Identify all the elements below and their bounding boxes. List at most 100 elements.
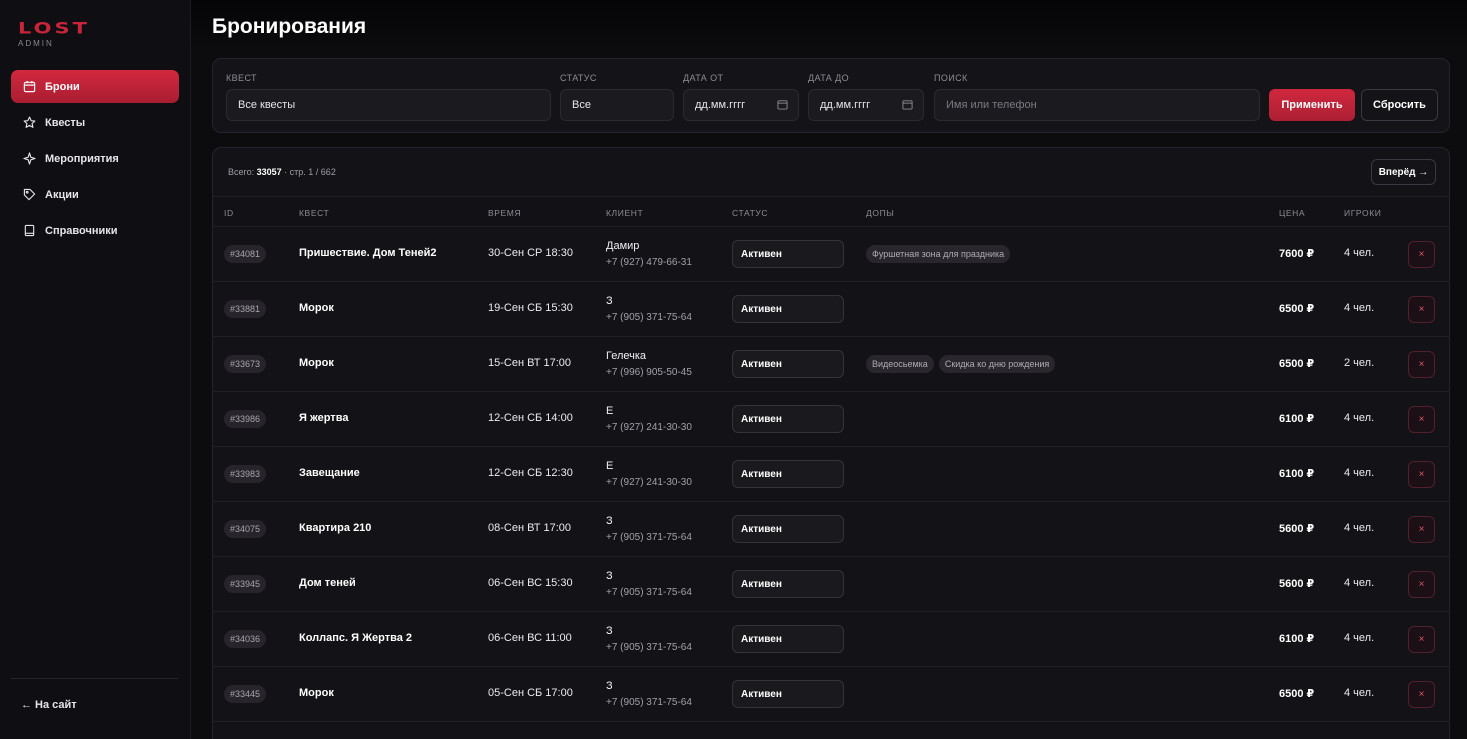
status-select[interactable]: Активен <box>732 680 844 708</box>
close-icon: × <box>1418 469 1425 480</box>
client-name: З <box>606 680 613 692</box>
quest-name: Пришествие. Дом Теней2 <box>299 247 437 259</box>
delete-button[interactable]: × <box>1408 461 1435 488</box>
booking-time: 12-Сен СБ 14:00 <box>488 412 573 424</box>
table-row[interactable]: #33945 Дом теней 06-Сен ВС 15:30 З +7 (9… <box>213 557 1449 612</box>
client-phone: +7 (927) 479-66-31 <box>606 257 692 268</box>
players-count: 4 чел. <box>1344 302 1375 314</box>
close-icon: × <box>1418 414 1425 425</box>
delete-button[interactable]: × <box>1408 296 1435 323</box>
calendar-icon[interactable] <box>777 99 788 110</box>
players-count: 4 чел. <box>1344 687 1375 699</box>
delete-button[interactable]: × <box>1408 681 1435 708</box>
status-select[interactable]: Активен <box>732 240 844 268</box>
sidebar-divider <box>11 678 178 679</box>
summary-page-info: · стр. 1 / 662 <box>284 167 336 177</box>
delete-button[interactable]: × <box>1408 516 1435 543</box>
client-name: З <box>606 295 613 307</box>
extra-chip: Фуршетная зона для праздника <box>866 245 1011 263</box>
column-header-status: СТАТУС <box>732 208 769 218</box>
booking-price: 7600 ₽ <box>1279 248 1315 260</box>
sidebar-item-label: Мероприятия <box>45 152 119 165</box>
date-to-input[interactable]: дд.мм.гггг <box>808 89 924 121</box>
tag-icon <box>22 188 36 202</box>
close-icon: × <box>1418 249 1425 260</box>
booking-id-badge: #34036 <box>224 630 267 648</box>
status-select[interactable]: Активен <box>732 295 844 323</box>
search-input[interactable]: Имя или телефон <box>934 89 1260 121</box>
table-row[interactable]: #34036 Коллапс. Я Жертва 2 06-Сен ВС 11:… <box>213 612 1449 667</box>
players-count: 4 чел. <box>1344 467 1375 479</box>
logo[interactable]: LOST ADMIN <box>18 20 90 48</box>
date-from-value: дд.мм.гггг <box>695 99 746 111</box>
client-phone: +7 (905) 371-75-64 <box>606 312 692 323</box>
sidebar-item-quests[interactable]: Квесты <box>11 106 179 139</box>
sidebar-item-events[interactable]: Мероприятия <box>11 142 179 175</box>
close-icon: × <box>1418 634 1425 645</box>
status-select[interactable]: Активен <box>732 460 844 488</box>
table-row[interactable]: #33986 Я жертва 12-Сен СБ 14:00 Е +7 (92… <box>213 392 1449 447</box>
status-select[interactable]: Активен <box>732 405 844 433</box>
client-phone: +7 (927) 241-30-30 <box>606 477 692 488</box>
page-title: Бронирования <box>212 15 367 38</box>
sidebar-nav: Брони Квесты Мероприятия Акции Справочни… <box>11 70 179 250</box>
status-select[interactable]: Все <box>560 89 674 121</box>
client-name: З <box>606 570 613 582</box>
summary-prefix: Всего: <box>228 167 255 177</box>
date-to-label: ДАТА ДО <box>808 73 849 83</box>
booking-id-badge: #34081 <box>224 245 267 263</box>
booking-time: 06-Сен ВС 15:30 <box>488 577 573 589</box>
booking-id-badge: #33445 <box>224 685 267 703</box>
players-count: 4 чел. <box>1344 412 1375 424</box>
sidebar-item-promotions[interactable]: Акции <box>11 178 179 211</box>
extra-chip: Скидка ко дню рождения <box>938 355 1056 373</box>
booking-price: 6100 ₽ <box>1279 468 1315 480</box>
next-page-button[interactable]: Вперёд → <box>1371 159 1436 185</box>
sidebar-item-bookings[interactable]: Брони <box>11 70 179 103</box>
quest-select[interactable]: Все квесты <box>226 89 551 121</box>
back-to-site-link[interactable]: ← На сайт <box>21 699 77 711</box>
client-name: Е <box>606 460 614 472</box>
calendar-icon <box>22 80 36 94</box>
booking-time: 30-Сен СР 18:30 <box>488 247 573 259</box>
sidebar-item-label: Брони <box>45 80 80 93</box>
status-select[interactable]: Активен <box>732 625 844 653</box>
status-select[interactable]: Активен <box>732 515 844 543</box>
delete-button[interactable]: × <box>1408 626 1435 653</box>
booking-time: 05-Сен СБ 17:00 <box>488 687 573 699</box>
sparkle-icon <box>22 152 36 166</box>
table-row[interactable]: #34081 Пришествие. Дом Теней2 30-Сен СР … <box>213 227 1449 282</box>
column-header-extras: ДОПЫ <box>866 208 895 218</box>
client-name: З <box>606 515 613 527</box>
status-select[interactable]: Активен <box>732 350 844 378</box>
delete-button[interactable]: × <box>1408 241 1435 268</box>
sidebar-item-references[interactable]: Справочники <box>11 214 179 247</box>
sidebar-item-label: Справочники <box>45 224 118 237</box>
booking-id-badge: #33881 <box>224 300 267 318</box>
table-row[interactable]: #33673 Морок 15-Сен ВТ 17:00 Гелечка +7 … <box>213 337 1449 392</box>
booking-price: 5600 ₽ <box>1279 578 1315 590</box>
quest-name: Морок <box>299 302 334 314</box>
delete-button[interactable]: × <box>1408 351 1435 378</box>
apply-button[interactable]: Применить <box>1269 89 1355 121</box>
search-label: ПОИСК <box>934 73 968 83</box>
delete-button[interactable]: × <box>1408 406 1435 433</box>
status-select[interactable]: Активен <box>732 570 844 598</box>
calendar-icon[interactable] <box>902 99 913 110</box>
table-row[interactable]: #33445 Морок 05-Сен СБ 17:00 З +7 (905) … <box>213 667 1449 722</box>
table-row[interactable]: #34075 Квартира 210 08-Сен ВТ 17:00 З +7… <box>213 502 1449 557</box>
quest-name: Квартира 210 <box>299 522 372 534</box>
main-content: Бронирования КВЕСТ Все квесты СТАТУС Все… <box>191 0 1467 739</box>
quest-filter-label: КВЕСТ <box>226 73 257 83</box>
client-name: Е <box>606 405 614 417</box>
date-from-input[interactable]: дд.мм.гггг <box>683 89 799 121</box>
booking-time: 06-Сен ВС 11:00 <box>488 632 572 644</box>
players-count: 4 чел. <box>1344 247 1375 259</box>
quest-name: Я жертва <box>299 412 349 424</box>
table-row[interactable]: #33881 Морок 19-Сен СБ 15:30 З +7 (905) … <box>213 282 1449 337</box>
table-row[interactable]: #33983 Завещание 12-Сен СБ 12:30 Е +7 (9… <box>213 447 1449 502</box>
delete-button[interactable]: × <box>1408 571 1435 598</box>
column-header-time: ВРЕМЯ <box>488 208 522 218</box>
sidebar-item-label: Квесты <box>45 116 86 129</box>
reset-button[interactable]: Сбросить <box>1361 89 1438 121</box>
